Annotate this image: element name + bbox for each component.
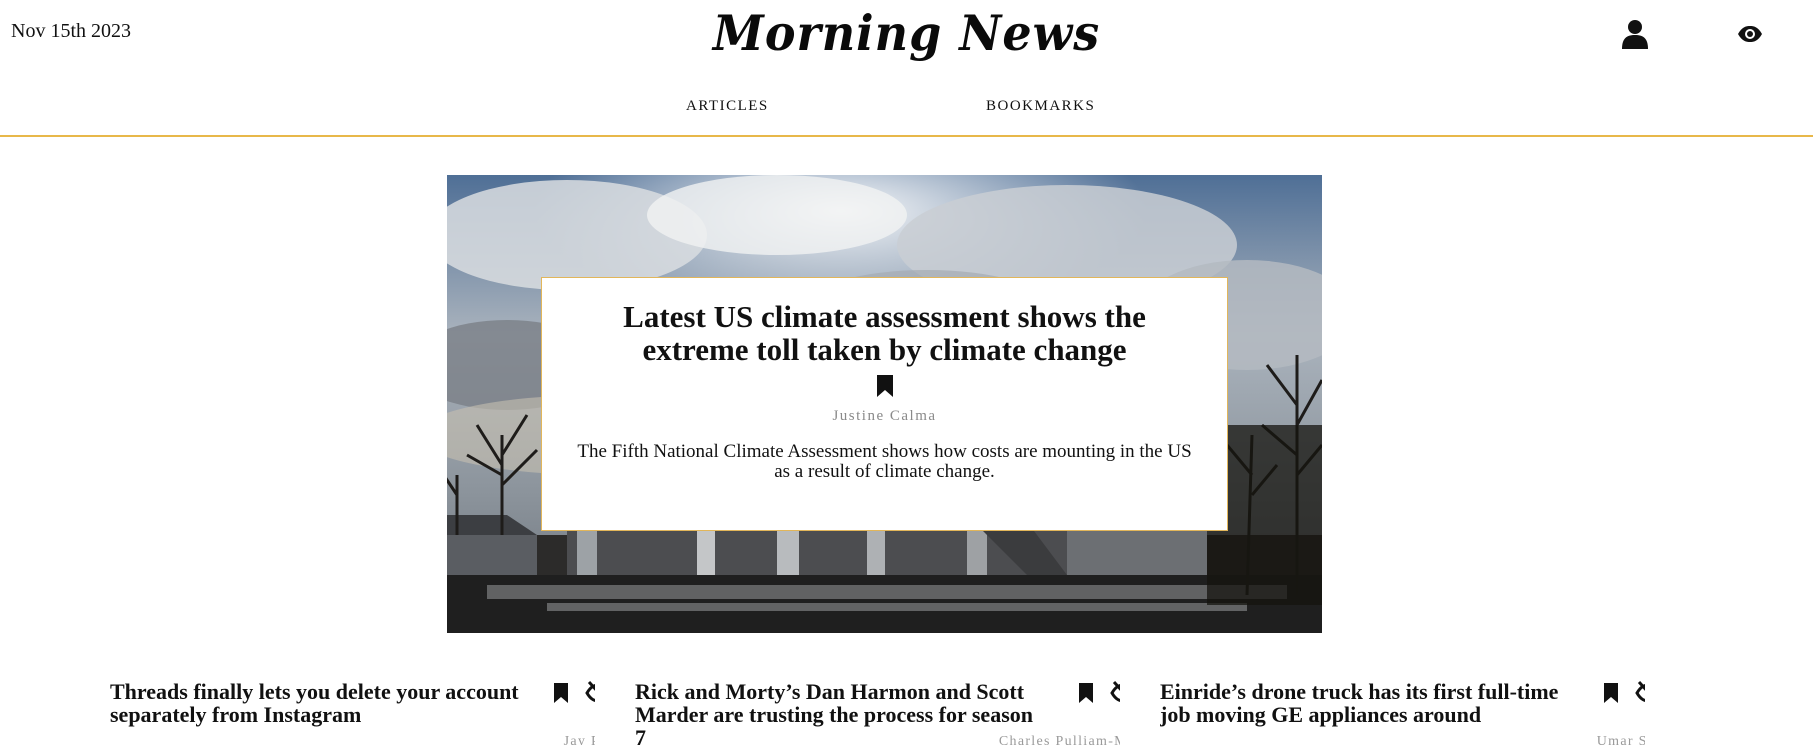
masthead-logo[interactable]: Morning News xyxy=(0,5,1813,62)
bookmark-button[interactable] xyxy=(552,682,570,704)
featured-bookmark-button[interactable] xyxy=(875,374,895,398)
article-card: Threads finally lets you delete your acc… xyxy=(110,678,595,745)
site-header: Nov 15th 2023 Morning News ARTICLES BOOK… xyxy=(0,0,1813,137)
article-card: Rick and Morty’s Dan Harmon and Scott Ma… xyxy=(635,678,1120,745)
eye-off-icon xyxy=(585,680,595,703)
bookmark-icon xyxy=(877,375,893,397)
bookmark-icon xyxy=(554,683,568,703)
eye-off-icon xyxy=(1110,680,1120,703)
bookmark-button[interactable] xyxy=(1077,682,1095,704)
user-account-button[interactable] xyxy=(1617,16,1653,52)
bookmark-icon xyxy=(1604,683,1618,703)
hide-article-button[interactable] xyxy=(585,680,595,706)
eye-off-icon xyxy=(1635,680,1645,703)
featured-article-title[interactable]: Latest US climate assessment shows the e… xyxy=(572,300,1197,366)
article-author: Umar Shakir xyxy=(1596,734,1645,745)
article-title[interactable]: Threads finally lets you delete your acc… xyxy=(110,680,520,726)
nav-articles[interactable]: ARTICLES xyxy=(686,98,769,115)
visibility-toggle-button[interactable] xyxy=(1732,16,1768,52)
featured-article-author: Justine Calma xyxy=(832,408,937,424)
featured-article-summary: The Fifth National Climate Assessment sh… xyxy=(577,441,1192,482)
article-title[interactable]: Rick and Morty’s Dan Harmon and Scott Ma… xyxy=(635,680,1045,745)
hide-article-button[interactable] xyxy=(1110,680,1120,706)
article-card: Einride’s drone truck has its first full… xyxy=(1160,678,1645,745)
nav-bookmarks[interactable]: BOOKMARKS xyxy=(986,98,1095,115)
article-author: Charles Pulliam-Moore xyxy=(998,734,1120,745)
user-icon xyxy=(1622,20,1648,49)
eye-icon xyxy=(1738,26,1762,42)
article-author: Jay Peters xyxy=(563,734,595,745)
article-title[interactable]: Einride’s drone truck has its first full… xyxy=(1160,680,1570,726)
bookmark-button[interactable] xyxy=(1602,682,1620,704)
bookmark-icon xyxy=(1079,683,1093,703)
hide-article-button[interactable] xyxy=(1635,680,1645,706)
featured-article-card: Latest US climate assessment shows the e… xyxy=(541,277,1228,531)
